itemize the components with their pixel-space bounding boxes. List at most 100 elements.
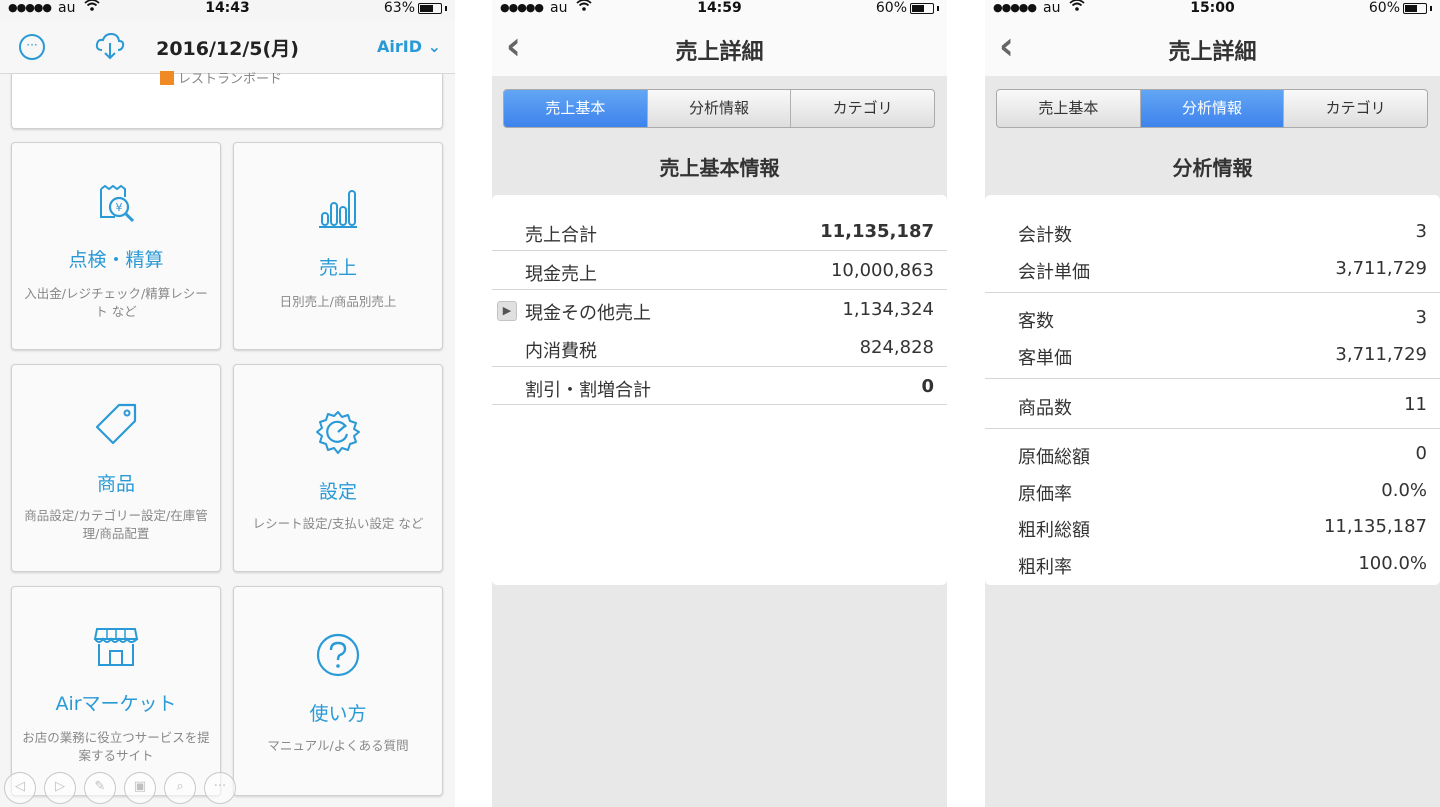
tile-subtitle: 入出金/レジチェック/精算レシート など [24,286,208,319]
battery-icon [910,2,934,14]
battery-percent: 63% [383,0,415,16]
tile-sales[interactable]: 売上 日別売上/商品別売上 [233,142,443,350]
airid-menu[interactable]: AirID ⌄ [377,37,441,56]
row-label: 原価率 [1018,484,1072,505]
row-label: 売上合計 [525,225,597,246]
segmented-tabs: 売上基本 分析情報 カテゴリ [503,89,935,128]
segmented-tabs: 売上基本 分析情報 カテゴリ [996,89,1428,128]
bar-chart-icon [234,187,442,229]
row-cash-sales: 現金売上 10,000,863 [492,252,947,290]
row-label: 粗利率 [1018,557,1072,578]
page-title: 売上詳細 [1168,40,1257,65]
page-title: 売上詳細 [675,40,764,65]
row-cost-rate: 原価率 0.0% [985,472,1440,510]
tab-category[interactable]: カテゴリ [1284,90,1427,127]
tab-category[interactable]: カテゴリ [791,90,934,127]
tab-sales-basic[interactable]: 売上基本 [504,90,648,127]
row-label: 内消費税 [525,341,597,362]
sales-detail-analysis-screen: ●●●●● au 15:00 60% ‹ 売上詳細 売上基本 分析情報 カテゴリ… [985,0,1440,807]
tab-analysis[interactable]: 分析情報 [648,90,792,127]
row-value: 3 [1415,221,1427,242]
row-label: 割引・割増合計 [525,380,651,401]
restaurant-board-banner[interactable]: レストランボード [11,70,443,129]
battery-fill [420,4,433,12]
row-value: 11,135,187 [820,221,934,242]
battery-indicator: 60% [876,0,939,16]
tile-title: 点検・精算 [68,249,164,271]
row-value: 0.0% [1381,480,1427,501]
row-divider [985,292,1440,293]
storefront-icon [12,625,220,669]
help-circle-icon [234,633,442,677]
row-value: 11 [1404,394,1427,415]
battery-fill [912,4,924,12]
tile-title: 設定 [318,481,357,503]
row-label: 客単価 [1018,348,1072,369]
section-title: 分析情報 [1172,156,1253,180]
tile-settings[interactable]: 設定 レシート設定/支払い設定 など [233,364,443,572]
row-label: 客数 [1018,311,1054,332]
row-value: 3 [1415,307,1427,328]
back-icon[interactable]: ◁ [4,772,36,804]
row-divider [985,378,1440,379]
row-transaction-average: 会計単価 3,711,729 [985,250,1440,288]
tile-subtitle: マニュアル/よくある質問 [267,738,409,753]
row-customer-count: 客数 3 [985,299,1440,337]
home-header: ··· 2016/12/5(月) AirID ⌄ [0,20,455,74]
row-product-count: 商品数 11 [985,386,1440,424]
gear-icon [234,409,442,455]
tile-products[interactable]: 商品 商品設定/カテゴリー設定/在庫管理/商品配置 [11,364,221,572]
row-divider [492,250,947,251]
battery-indicator: 60% [1369,0,1432,16]
status-bar: ●●●●● au 14:43 63% [0,0,455,20]
svg-text:¥: ¥ [116,201,123,214]
tile-subtitle: 日別売上/商品別売上 [279,294,397,309]
row-divider [492,404,947,405]
nav-bar: ‹ 売上詳細 [985,20,1440,76]
tile-inspection[interactable]: ¥ 点検・精算 入出金/レジチェック/精算レシート など [11,142,221,350]
status-bar: ●●●●● au 15:00 60% [985,0,1440,20]
row-value: 824,828 [859,337,934,358]
tile-how-to[interactable]: 使い方 マニュアル/よくある質問 [233,586,443,796]
row-label: 会計数 [1018,225,1072,246]
expand-arrow-icon[interactable]: ▶ [497,301,517,321]
tab-analysis[interactable]: 分析情報 [1140,90,1285,127]
row-divider [492,366,947,367]
battery-icon [1403,2,1427,14]
row-divider [492,289,947,290]
tile-title: 商品 [96,473,135,495]
more-icon[interactable]: ··· [204,772,236,804]
row-gross-margin: 粗利率 100.0% [985,545,1440,583]
tile-subtitle: レシート設定/支払い設定 など [252,516,424,531]
row-value: 3,711,729 [1335,258,1427,279]
row-value: 11,135,187 [1323,516,1427,537]
tab-sales-basic[interactable]: 売上基本 [997,90,1141,127]
row-value: 3,711,729 [1335,344,1427,365]
row-other-cash-sales[interactable]: ▶ 現金その他売上 1,134,324 [492,291,947,329]
tile-subtitle: 商品設定/カテゴリー設定/在庫管理/商品配置 [24,508,208,541]
pen-icon[interactable]: ✎ [84,772,116,804]
receipt-yen-icon: ¥ [12,183,220,225]
row-cost-total: 原価総額 0 [985,435,1440,473]
battery-fill [1405,4,1417,12]
copy-icon[interactable]: ▣ [124,772,156,804]
sales-basic-card: 売上合計 11,135,187 現金売上 10,000,863 ▶ 現金その他売… [492,195,947,585]
row-label: 会計単価 [1018,262,1090,283]
battery-icon [418,2,442,14]
tile-air-market[interactable]: Airマーケット お店の業務に役立つサービスを提案するサイト [11,586,221,796]
row-label: 原価総額 [1018,447,1090,468]
row-value: 100.0% [1358,553,1427,574]
row-value: 1,134,324 [842,299,934,320]
sales-detail-basic-screen: ●●●●● au 14:59 60% ‹ 売上詳細 売上基本 分析情報 カテゴリ… [492,0,947,807]
row-divider [985,428,1440,429]
forward-icon[interactable]: ▷ [44,772,76,804]
banner-label-wrap: レストランボード [160,68,282,87]
battery-percent: 60% [875,0,907,16]
row-value: 10,000,863 [830,260,934,281]
banner-label: レストランボード [178,72,283,87]
row-value: 0 [1415,443,1427,464]
tile-title: 売上 [318,257,357,279]
row-transaction-count: 会計数 3 [985,213,1440,251]
search-icon[interactable]: ⌕ [164,772,196,804]
row-customer-average: 客単価 3,711,729 [985,336,1440,374]
